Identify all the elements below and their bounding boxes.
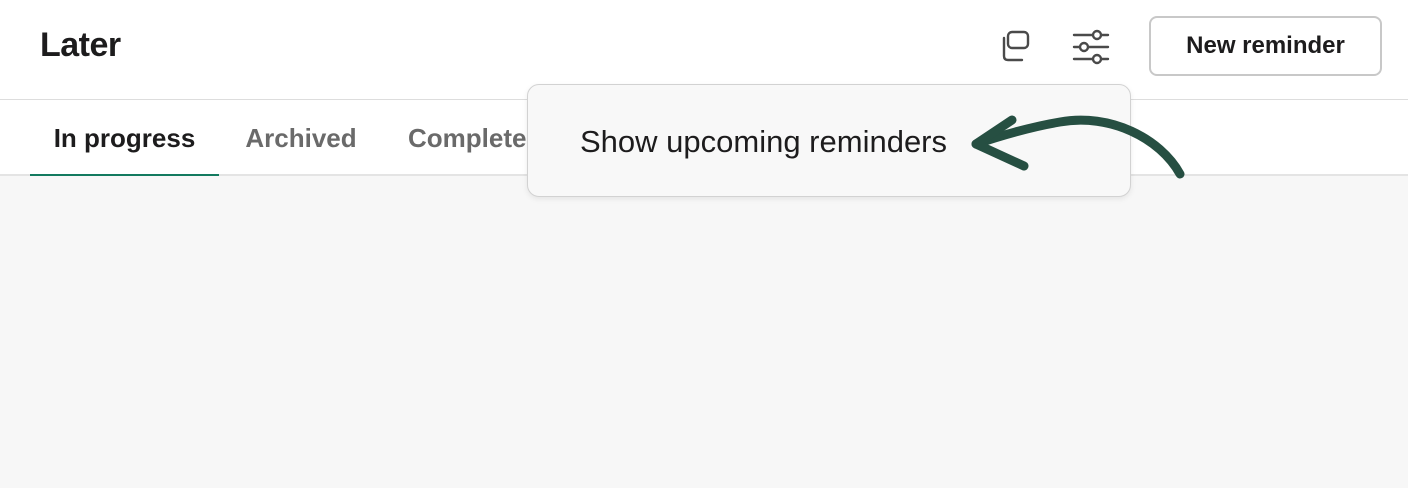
filter-sliders-icon-glyph (1072, 29, 1110, 65)
later-view: Later New reminder In progress Archived … (0, 0, 1408, 488)
tab-archived[interactable]: Archived (226, 100, 376, 176)
reminders-content-area (0, 176, 1408, 488)
copy-icon[interactable] (992, 25, 1036, 69)
page-title: Later (40, 26, 121, 64)
filter-dropdown-menu: Show upcoming reminders (527, 84, 1131, 197)
show-upcoming-reminders-option[interactable]: Show upcoming reminders (580, 85, 947, 198)
new-reminder-button[interactable]: New reminder (1149, 16, 1382, 76)
tab-in-progress[interactable]: In progress (30, 100, 219, 178)
filter-sliders-icon[interactable] (1069, 25, 1113, 69)
copy-icon-glyph (1002, 30, 1030, 62)
